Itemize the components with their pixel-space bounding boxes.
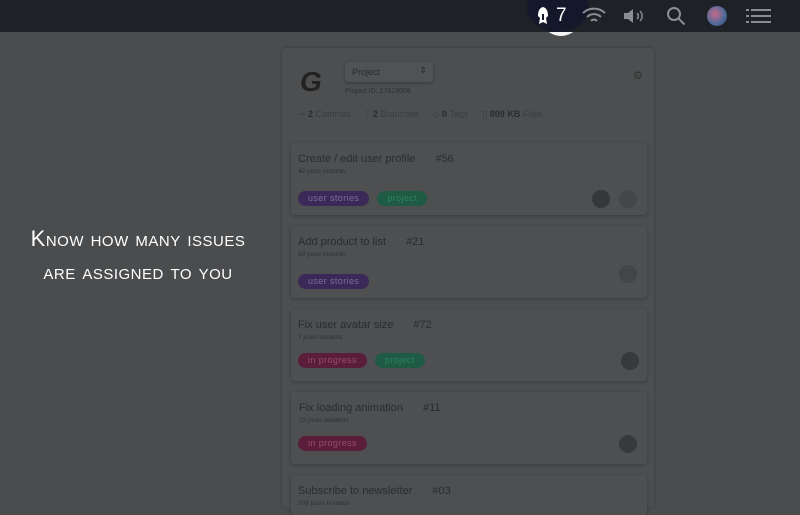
- label-tag: project: [377, 191, 428, 206]
- gear-icon[interactable]: ⚙: [633, 69, 643, 82]
- project-select-value: Project: [352, 67, 381, 77]
- stat-commits: ⊸ 2 Commits: [298, 109, 352, 119]
- avatar: [619, 435, 637, 453]
- issue-due: 42 jours restants: [298, 168, 347, 175]
- search-icon[interactable]: [666, 0, 686, 32]
- avatar: [619, 190, 637, 208]
- issue-card[interactable]: Fix user avatar size #72 7 jours restants…: [291, 309, 647, 381]
- issue-title: Create / edit user profile: [298, 153, 416, 165]
- chevron-updown-icon: ⇕: [419, 65, 427, 75]
- issue-due: 208 jours restants: [298, 500, 350, 507]
- label-tag: user stories: [298, 274, 370, 289]
- issue-title: Fix user avatar size: [298, 319, 394, 331]
- issue-number: #11: [422, 402, 441, 414]
- issue-card[interactable]: Fix loading animation #11 22 jours restat…: [291, 392, 647, 464]
- issue-title: Fix loading animation: [299, 402, 403, 414]
- stat-tags: ◇ 0 Tags: [432, 109, 469, 119]
- gitlab-logo: G: [300, 66, 322, 97]
- issue-number: #72: [413, 319, 432, 331]
- avatar: [592, 190, 610, 208]
- list-icon[interactable]: [746, 0, 772, 32]
- issue-title: Subscribe to newsletter: [298, 485, 413, 497]
- spartan-helmet-icon[interactable]: [536, 0, 550, 32]
- issue-count[interactable]: 7: [556, 0, 567, 32]
- headline-line-1: Know how many issues: [30, 226, 246, 251]
- volume-icon[interactable]: [622, 0, 648, 32]
- stat-files: ▯ 809 KB Files: [482, 109, 542, 119]
- label-tag: in progress: [298, 436, 367, 451]
- stat-branches: ᚴ 2 Branches: [365, 109, 419, 119]
- issue-card[interactable]: Add product to list #21 89 jours restants…: [291, 226, 647, 298]
- issue-due: 89 jours restants: [298, 251, 347, 258]
- issue-number: #03: [432, 485, 451, 497]
- wifi-icon[interactable]: [581, 0, 607, 32]
- issue-title: Add product to list: [298, 236, 387, 248]
- project-stats: ⊸ 2 Commits ᚴ 2 Branches ◇ 0 Tags ▯ 809 …: [298, 109, 542, 120]
- label-tag: in progress: [298, 353, 367, 368]
- issue-due: 22 jours restatnts: [299, 417, 349, 424]
- issue-number: #21: [406, 236, 425, 248]
- headline-line-2: are assigned to you: [43, 259, 233, 284]
- siri-icon[interactable]: [707, 0, 727, 32]
- issue-card[interactable]: Create / edit user profile #56 42 jours r…: [291, 143, 647, 215]
- avatar: [619, 265, 637, 283]
- headline: Know how many issues are assigned to you: [0, 222, 276, 288]
- project-select[interactable]: Project ⇕: [345, 62, 433, 82]
- label-tag: user stories: [298, 191, 370, 206]
- avatar: [621, 352, 639, 370]
- label-tag: project: [374, 353, 425, 368]
- issue-card[interactable]: Subscribe to newsletter #03 208 jours res…: [291, 475, 647, 515]
- issue-number: #56: [435, 153, 454, 165]
- project-id: Project ID: 17819009: [345, 88, 411, 95]
- issue-due: 7 jours restants: [298, 334, 343, 341]
